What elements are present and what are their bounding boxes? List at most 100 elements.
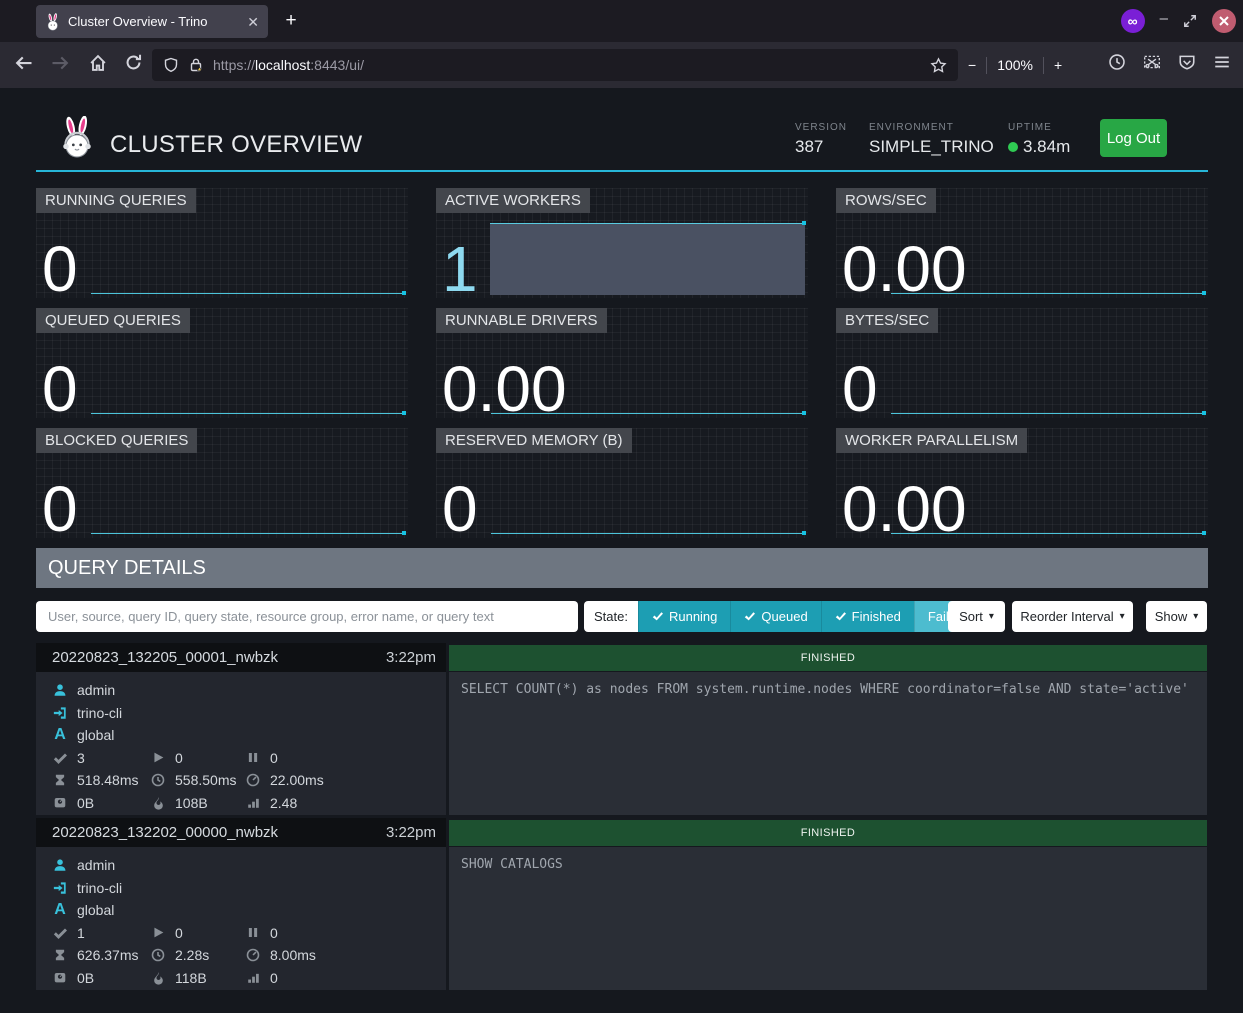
header-accent-rule	[36, 170, 1208, 172]
query-resource-group: global	[77, 902, 114, 918]
query-status-bar: FINISHED	[449, 645, 1207, 671]
state-label: State:	[584, 601, 638, 632]
zoom-in-button[interactable]: +	[1054, 57, 1062, 73]
window-close-button[interactable]	[1212, 9, 1236, 33]
query-sql-text: SHOW CATALOGS	[449, 847, 1207, 990]
sparkline	[91, 293, 405, 294]
tile-reserved-memory: RESERVED MEMORY (B) 0	[436, 428, 808, 538]
show-dropdown[interactable]: Show▾	[1146, 601, 1207, 632]
query-source: trino-cli	[77, 705, 122, 721]
screen: Cluster Overview - Trino ✕ + ∞ –	[0, 0, 1243, 1013]
sparkline	[91, 533, 405, 534]
query-resource-group: global	[77, 727, 114, 743]
tile-worker-parallelism: WORKER PARALLELISM 0.00	[836, 428, 1208, 538]
resource-group-icon: A	[52, 727, 68, 743]
sort-dropdown[interactable]: Sort▾	[948, 601, 1005, 632]
tile-rows-sec: ROWS/SEC 0.00	[836, 188, 1208, 298]
tab-close-icon[interactable]: ✕	[247, 15, 259, 29]
sparkline-dot	[802, 411, 806, 415]
sparkline-dot	[402, 411, 406, 415]
zoom-out-button[interactable]: −	[968, 57, 976, 73]
sparkline-dot	[802, 531, 806, 535]
query-row-header: 20220823_132205_00001_nwbzk 3:22pm	[36, 643, 446, 672]
new-tab-button[interactable]: +	[278, 8, 304, 34]
queued-splits-pause-icon	[245, 926, 261, 939]
query-id-link[interactable]: 20220823_132205_00001_nwbzk	[52, 649, 278, 666]
resource-group-icon: A	[52, 902, 68, 918]
check-icon	[835, 611, 846, 622]
source-signin-icon	[52, 706, 68, 720]
pocket-shield-icon[interactable]	[1178, 53, 1196, 71]
tracking-shield-icon[interactable]	[163, 57, 179, 73]
cumulative-memory-chart-icon	[245, 971, 261, 984]
check-icon	[652, 611, 663, 622]
sparkline-area	[490, 223, 805, 295]
history-clock-icon[interactable]	[1108, 53, 1126, 71]
reorder-interval-dropdown[interactable]: Reorder Interval▾	[1012, 601, 1133, 632]
sparkline-dot	[1202, 531, 1206, 535]
sparkline-dot	[402, 531, 406, 535]
forward-icon[interactable]	[50, 53, 70, 73]
reload-icon[interactable]	[124, 53, 143, 72]
query-id-link[interactable]: 20220823_132202_00000_nwbzk	[52, 824, 278, 841]
browser-tab-bar: Cluster Overview - Trino ✕ + ∞ –	[0, 0, 1243, 42]
elapsed-time-clock-icon	[150, 948, 166, 962]
screenshot-scissors-icon[interactable]	[1143, 53, 1161, 71]
tile-active-workers: ACTIVE WORKERS 1	[436, 188, 808, 298]
query-summary-panel: admin trino-cli A global 1 0 0 626.37ms …	[36, 847, 446, 990]
state-filter-queued[interactable]: Queued	[730, 601, 820, 632]
home-icon[interactable]	[88, 53, 108, 73]
wall-time-hourglass-icon	[52, 773, 68, 787]
sparkline	[91, 413, 405, 414]
uptime-status-dot	[1008, 142, 1018, 152]
elapsed-time-clock-icon	[150, 773, 166, 787]
sparkline-dot	[802, 221, 806, 225]
connection-lock-icon[interactable]	[188, 57, 204, 73]
window-minimize-button[interactable]: –	[1160, 11, 1168, 32]
page-title: CLUSTER OVERVIEW	[110, 131, 362, 159]
chevron-down-icon: ▾	[1120, 612, 1125, 622]
bookmark-star-icon[interactable]	[930, 57, 947, 74]
query-sql-text: SELECT COUNT(*) as nodes FROM system.run…	[449, 672, 1207, 815]
tile-queued-queries: QUEUED QUERIES 0	[36, 308, 408, 418]
current-memory-scale-icon	[52, 796, 68, 809]
tile-running-queries: RUNNING QUERIES 0	[36, 188, 408, 298]
query-user: admin	[77, 682, 115, 698]
url-bar[interactable]: https://localhost:8443/ui/	[152, 49, 958, 81]
user-icon	[52, 683, 68, 697]
url-text: https://localhost:8443/ui/	[213, 57, 364, 73]
peak-memory-fire-icon	[150, 971, 166, 985]
query-time: 3:22pm	[386, 824, 436, 841]
cumulative-memory-chart-icon	[245, 796, 261, 809]
query-summary-panel: admin trino-cli A global 3 0 0 518.48ms …	[36, 672, 446, 815]
uptime-block: UPTIME 3.84m	[1008, 122, 1070, 157]
logout-button[interactable]: Log Out	[1100, 119, 1167, 157]
query-search-input[interactable]	[36, 601, 578, 632]
query-row-header: 20220823_132202_00000_nwbzk 3:22pm	[36, 818, 446, 847]
state-filter-finished[interactable]: Finished	[821, 601, 914, 632]
menu-hamburger-icon[interactable]	[1213, 53, 1231, 71]
environment-block: ENVIRONMENT SIMPLE_TRINO	[869, 122, 994, 157]
sparkline	[491, 533, 805, 534]
tile-runnable-drivers: RUNNABLE DRIVERS 0.00	[436, 308, 808, 418]
browser-tab[interactable]: Cluster Overview - Trino ✕	[36, 5, 268, 38]
back-icon[interactable]	[14, 53, 34, 73]
wall-time-hourglass-icon	[52, 948, 68, 962]
running-splits-play-icon	[150, 751, 166, 764]
chevron-down-icon: ▾	[989, 612, 994, 622]
zoom-level-button[interactable]: 100%	[997, 57, 1033, 73]
cpu-time-gauge-icon	[245, 948, 261, 962]
trino-bunny-logo	[58, 116, 96, 158]
sparkline	[891, 413, 1205, 414]
window-maximize-button[interactable]	[1183, 14, 1197, 28]
chevron-down-icon: ▾	[1193, 612, 1198, 622]
query-time: 3:22pm	[386, 649, 436, 666]
sparkline-dot	[402, 291, 406, 295]
tile-blocked-queries: BLOCKED QUERIES 0	[36, 428, 408, 538]
tab-title: Cluster Overview - Trino	[68, 14, 207, 29]
state-filter-running[interactable]: Running	[638, 601, 730, 632]
stat-tiles-grid: RUNNING QUERIES 0 ACTIVE WORKERS 1 ROWS/…	[36, 188, 1208, 538]
tile-bytes-sec: BYTES/SEC 0	[836, 308, 1208, 418]
query-details-header: QUERY DETAILS	[36, 548, 1208, 588]
private-browsing-mask-icon[interactable]: ∞	[1121, 9, 1145, 33]
